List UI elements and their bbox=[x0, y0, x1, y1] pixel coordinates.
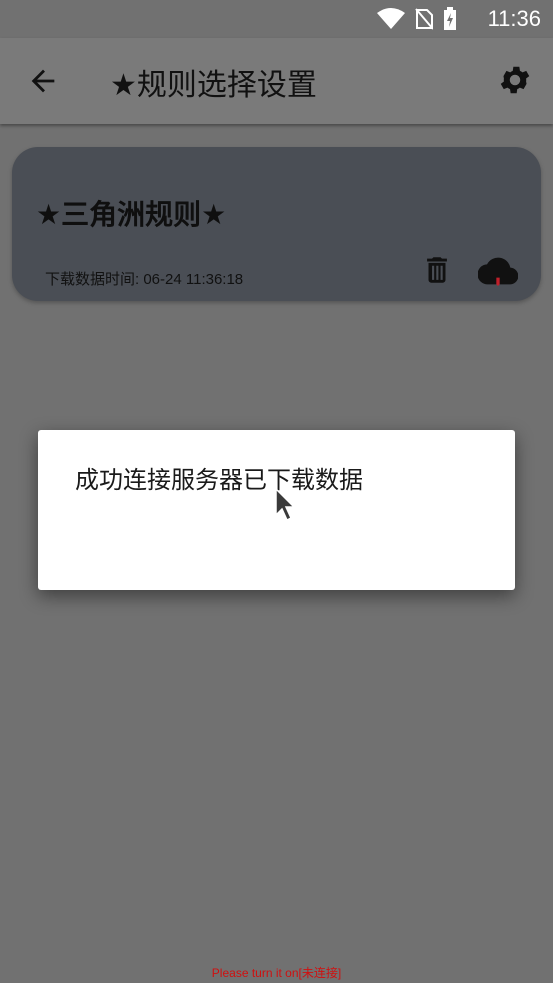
dialog-message: 成功连接服务器已下载数据 bbox=[75, 466, 363, 494]
status-bar: 11:36 bbox=[0, 0, 553, 38]
download-time: 下载数据时间: 06-24 11:36:18 bbox=[45, 271, 244, 288]
no-sim-icon bbox=[415, 8, 433, 30]
clock: 11:36 bbox=[487, 6, 541, 31]
trash-icon[interactable] bbox=[420, 253, 454, 287]
page-title: ★规则选择设置 bbox=[110, 68, 317, 103]
gear-icon[interactable] bbox=[497, 62, 533, 98]
connection-status: Please turn it on[未连接] bbox=[211, 966, 342, 980]
arrow-left-icon[interactable] bbox=[26, 64, 60, 98]
mouse-pointer-icon bbox=[275, 487, 296, 522]
app-bar: ★规则选择设置 bbox=[0, 38, 553, 124]
status-icons bbox=[377, 7, 457, 31]
rule-name: ★三角洲规则★ bbox=[36, 198, 227, 231]
battery-charging-icon bbox=[444, 7, 456, 30]
rule-card[interactable]: ★三角洲规则★ 下载数据时间: 06-24 11:36:18 bbox=[12, 147, 541, 301]
wifi-icon bbox=[377, 8, 405, 29]
cloud-download-icon[interactable] bbox=[478, 251, 518, 291]
